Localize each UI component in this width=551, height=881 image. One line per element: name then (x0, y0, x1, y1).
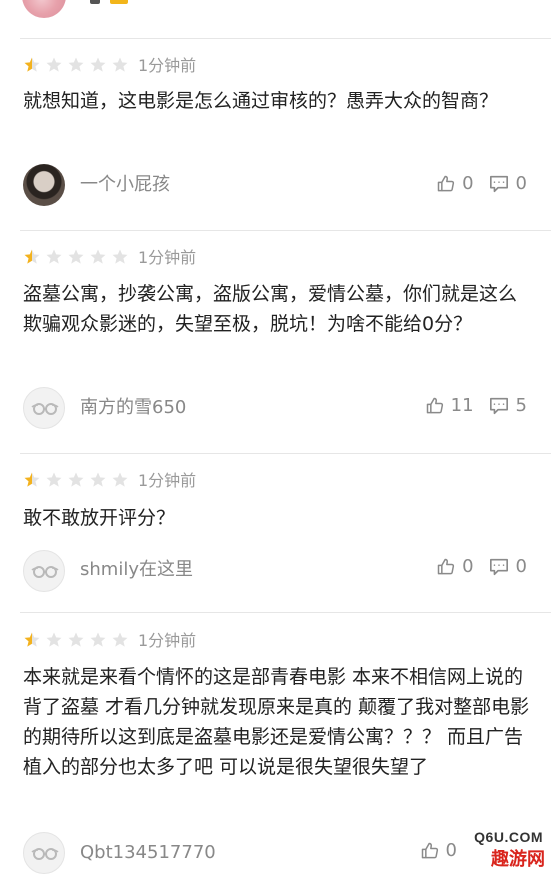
divider (20, 230, 551, 231)
comment-icon (489, 175, 508, 193)
comment-count: 0 (515, 556, 527, 577)
star-icon (46, 57, 62, 72)
review-text: 敢不敢放开评分？ (23, 507, 176, 529)
half-star-icon (24, 472, 40, 487)
avatar[interactable] (23, 550, 65, 592)
star-icon (46, 249, 62, 264)
avatar[interactable] (22, 0, 66, 18)
review-text: 就想知道，这电影是怎么通过审核的？愚弄大众的智商？ (23, 90, 499, 112)
site-watermark: Q6U.COM 趣游网 (463, 829, 545, 877)
star-icon (90, 632, 106, 647)
like-button[interactable]: 11 (425, 394, 474, 418)
thumbs-up-icon (437, 558, 455, 575)
half-star-icon (24, 249, 40, 264)
like-button[interactable]: 0 (436, 172, 474, 196)
review-actions: 0 (420, 839, 457, 863)
review-actions: 0 0 (436, 172, 527, 196)
divider (20, 38, 551, 39)
comment-button[interactable]: 0 (488, 555, 527, 579)
review-time: 1分钟前 (138, 248, 197, 267)
comment-button[interactable]: 5 (488, 394, 527, 418)
username[interactable]: 南方的雪650 (80, 396, 186, 420)
rating-stars (23, 248, 129, 268)
avatar[interactable] (23, 832, 65, 874)
star-icon (46, 632, 62, 647)
star-icon (90, 249, 106, 264)
star-icon (112, 632, 128, 647)
like-count: 0 (445, 840, 457, 861)
like-count: 11 (450, 395, 474, 416)
default-avatar-icon (31, 566, 59, 578)
review-time: 1分钟前 (138, 56, 197, 75)
like-count: 0 (462, 173, 474, 194)
star-icon (90, 57, 106, 72)
star-icon (112, 57, 128, 72)
avatar[interactable] (23, 387, 65, 429)
thumbs-up-icon (437, 175, 455, 192)
star-icon (68, 632, 84, 647)
review-actions: 0 0 (436, 555, 527, 579)
username[interactable]: 一个小屁孩 (80, 173, 170, 197)
username[interactable]: shmily在这里 (80, 558, 193, 582)
fragment-icon (90, 0, 100, 4)
review-actions: 11 5 (425, 394, 527, 418)
rating-stars (23, 56, 129, 76)
like-count: 0 (462, 556, 474, 577)
review-text: 盗墓公寓，抄袭公寓，盗版公寓，爱情公墓，你们就是这么欺骗观众影迷的，失望至极，脱… (23, 283, 518, 335)
like-button[interactable]: 0 (420, 839, 457, 863)
comment-count: 0 (515, 173, 527, 194)
like-button[interactable]: 0 (436, 555, 474, 579)
divider (20, 453, 551, 454)
previous-review-fragment (0, 0, 551, 38)
star-icon (112, 249, 128, 264)
default-avatar-icon (31, 848, 59, 860)
star-icon (46, 472, 62, 487)
review-time: 1分钟前 (138, 471, 197, 490)
review-time: 1分钟前 (138, 631, 197, 650)
comment-icon (489, 397, 508, 415)
rating-stars (23, 631, 129, 651)
default-avatar-icon (31, 403, 59, 415)
star-icon (68, 249, 84, 264)
half-star-icon (24, 632, 40, 647)
rating-stars (23, 471, 129, 491)
thumbs-up-icon (426, 397, 443, 414)
star-icon (90, 472, 106, 487)
review-text: 本来就是来看个情怀的这是部青春电影 本来不相信网上说的背了盗墓 才看几分钟就发现… (23, 666, 530, 778)
avatar[interactable] (23, 164, 65, 206)
username[interactable]: Qbt134517770 (80, 841, 216, 865)
comment-icon (489, 558, 508, 576)
comment-button[interactable]: 0 (488, 172, 527, 196)
watermark-site-name: 趣游网 (465, 847, 545, 873)
star-icon (68, 57, 84, 72)
divider (20, 612, 551, 613)
half-star-icon (24, 57, 40, 72)
star-icon (68, 472, 84, 487)
badge-icon (110, 0, 128, 4)
thumbs-up-icon (421, 842, 438, 859)
comment-count: 5 (515, 395, 527, 416)
star-icon (112, 472, 128, 487)
watermark-domain: Q6U.COM (474, 829, 543, 845)
